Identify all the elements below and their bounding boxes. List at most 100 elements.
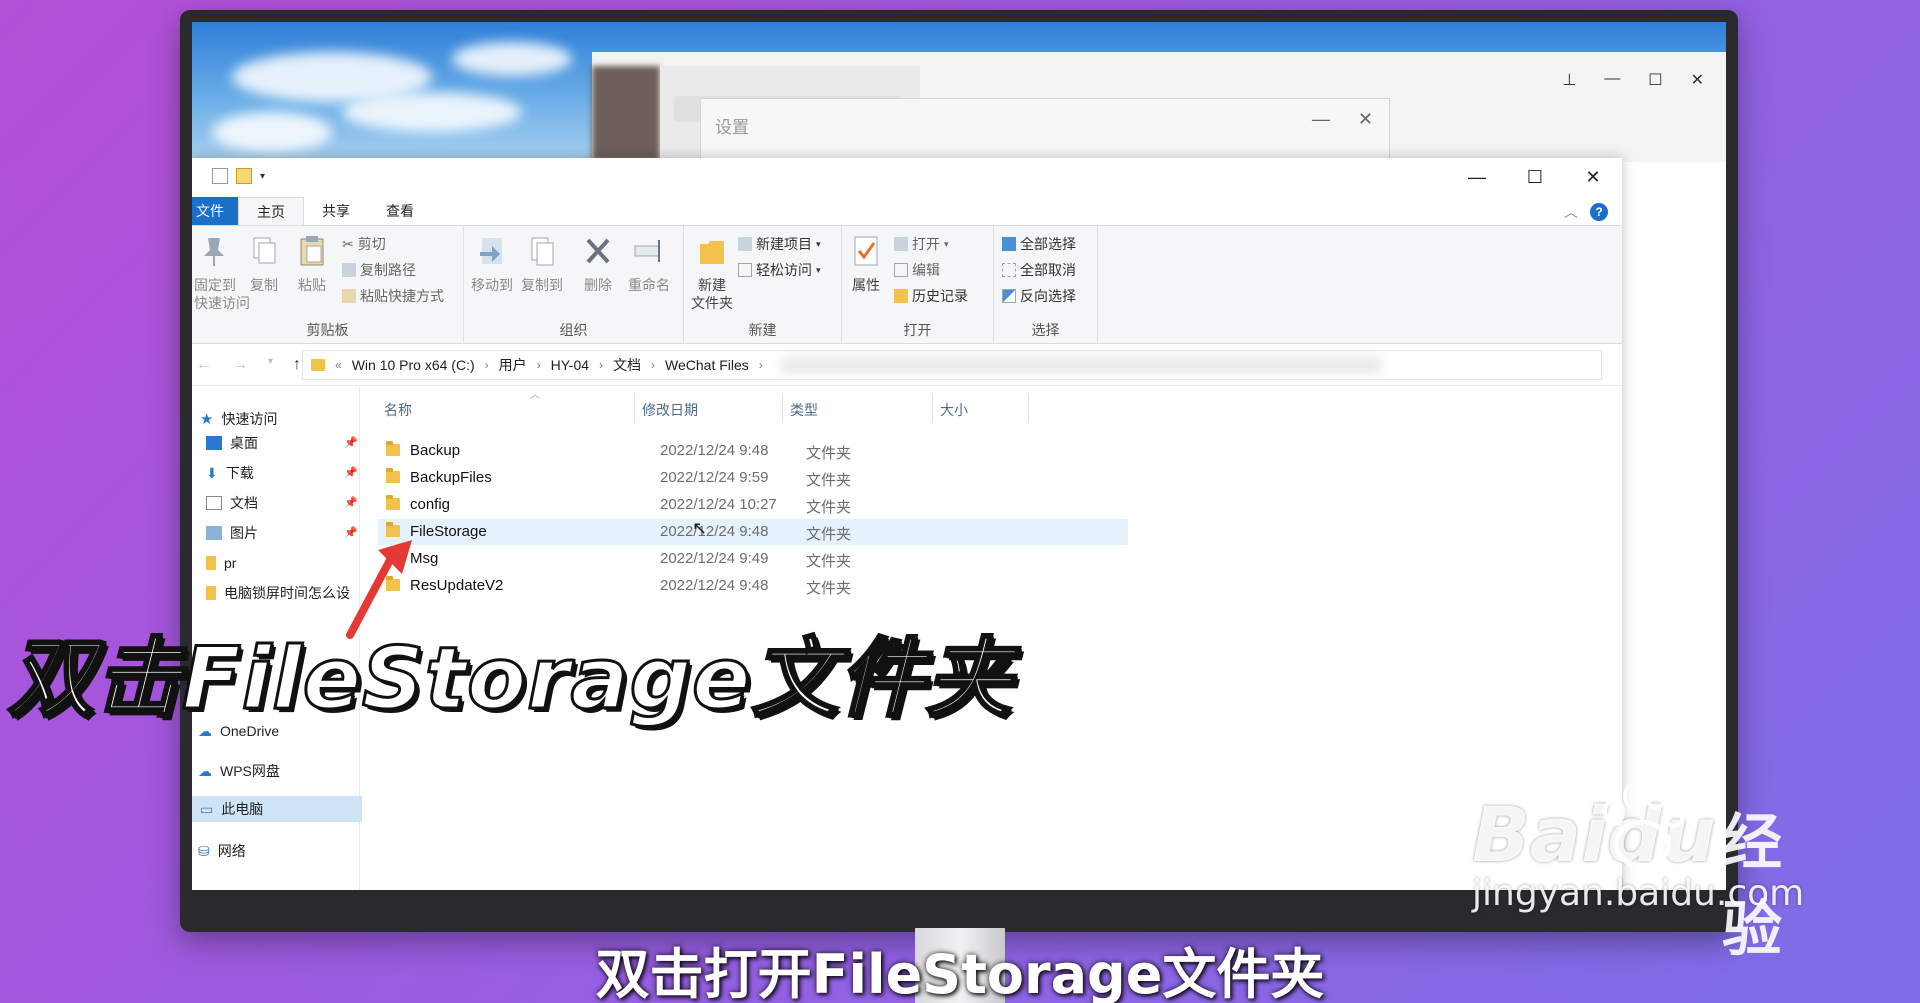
paw-logo-icon — [1603, 782, 1685, 869]
column-header-type[interactable]: 类型 — [790, 400, 818, 420]
delete-button[interactable]: 删除 — [578, 234, 618, 294]
close-button[interactable]: ✕ — [1358, 109, 1373, 130]
move-to-button[interactable]: 移动到 — [470, 234, 514, 294]
address-bar[interactable]: « Win 10 Pro x64 (C:) › 用户 › HY-04 › 文档 … — [302, 350, 1602, 380]
open-group-label: 打开 — [903, 322, 932, 338]
desktop-icon — [206, 436, 222, 450]
delete-label: 删除 — [584, 277, 612, 293]
avatar — [592, 66, 660, 162]
copy-label: 复制 — [250, 277, 278, 293]
table-row[interactable]: BackupFiles 2022/12/24 9:59 文件夹 — [378, 465, 1128, 491]
select-none-button[interactable]: 全部取消 — [1002, 260, 1076, 280]
folder-icon — [206, 586, 216, 600]
properties-icon — [854, 236, 878, 266]
tab-home[interactable]: 主页 — [238, 197, 304, 225]
sidebar-item-desktop[interactable]: 桌面 — [206, 430, 258, 456]
copy-path-button[interactable]: 复制路径 — [342, 260, 416, 280]
sidebar-item-label: 图片 — [230, 525, 258, 541]
sidebar-item-documents[interactable]: 文档 — [206, 490, 258, 516]
sidebar-item-pictures[interactable]: 图片 — [206, 520, 258, 546]
sidebar-item-label: WPS网盘 — [220, 763, 280, 779]
minimize-button[interactable]: — — [1604, 70, 1620, 90]
chevron-right-icon[interactable]: › — [537, 358, 541, 372]
sidebar-item-network[interactable]: ⛁ 网络 — [198, 838, 246, 864]
tab-share[interactable]: 共享 — [304, 197, 368, 225]
forward-button[interactable]: → — [232, 356, 248, 374]
folder-icon[interactable] — [236, 168, 252, 184]
invert-selection-button[interactable]: 反向选择 — [1002, 286, 1076, 306]
breadcrumb-item[interactable]: Win 10 Pro x64 (C:) — [352, 357, 475, 373]
minimize-button[interactable]: — — [1312, 109, 1330, 130]
sidebar-item-label: 下载 — [225, 465, 254, 481]
sidebar-item-quick-access[interactable]: ★ 快速访问 — [200, 406, 277, 432]
file-name: Backup — [410, 442, 461, 459]
recent-dropdown-icon[interactable]: ▾ — [268, 356, 273, 374]
sidebar-item-pr[interactable]: pr — [206, 550, 236, 576]
chevron-right-icon[interactable]: › — [599, 358, 603, 372]
sidebar-item-wps[interactable]: ☁ WPS网盘 — [198, 758, 280, 784]
column-header-size[interactable]: 大小 — [940, 400, 968, 420]
maximize-button[interactable]: ☐ — [1506, 158, 1564, 196]
file-type: 文件夹 — [806, 472, 852, 489]
screen: ⊥ — ☐ ✕ 设置 — ✕ ▾ — ☐ ✕ 文件 主页 共享 查看 ︿ ? 固… — [192, 22, 1726, 890]
sidebar-item-label: pr — [224, 555, 237, 571]
paste-shortcut-button[interactable]: 粘贴快捷方式 — [342, 286, 444, 306]
file-date: 2022/12/24 9:48 — [660, 523, 769, 540]
properties-button[interactable]: 属性 — [846, 234, 886, 294]
sort-ascending-icon: ︿ — [530, 390, 540, 401]
sidebar-item-this-pc[interactable]: ▭ 此电脑 — [192, 796, 362, 822]
copy-to-button[interactable]: 复制到 — [520, 234, 564, 294]
sidebar-item-downloads[interactable]: ⬇ 下载 — [206, 460, 254, 486]
back-button[interactable]: ← — [196, 356, 212, 374]
new-group-label: 新建 — [748, 322, 777, 338]
paste-icon — [300, 236, 324, 266]
paste-button[interactable]: 粘贴 — [292, 234, 332, 294]
help-icon[interactable]: ? — [1590, 203, 1608, 221]
table-row[interactable]: config 2022/12/24 10:27 文件夹 — [378, 492, 1128, 518]
open-icon — [894, 237, 908, 251]
chevron-right-icon[interactable]: › — [485, 358, 489, 372]
copy-button[interactable]: 复制 — [244, 234, 284, 294]
maximize-button[interactable]: ☐ — [1648, 70, 1662, 90]
table-row[interactable]: Backup 2022/12/24 9:48 文件夹 — [378, 438, 1128, 464]
open-button[interactable]: 打开 ▾ — [894, 234, 949, 254]
tab-view[interactable]: 查看 — [368, 197, 432, 225]
close-button[interactable]: ✕ — [1564, 158, 1622, 196]
breadcrumb-item[interactable]: HY-04 — [551, 357, 589, 373]
tab-file[interactable]: 文件 — [192, 197, 238, 225]
edit-button[interactable]: 编辑 — [894, 260, 940, 280]
new-folder-button[interactable]: 新建 文件夹 — [690, 234, 734, 312]
breadcrumb-item[interactable]: WeChat Files — [665, 357, 749, 373]
rename-button[interactable]: 重命名 — [624, 234, 674, 294]
column-header-name[interactable]: 名称 — [384, 400, 412, 420]
cut-button[interactable]: ✂ 剪切 — [342, 234, 386, 254]
easy-access-button[interactable]: 轻松访问 ▾ — [738, 260, 821, 280]
up-button[interactable]: ↑ — [293, 356, 301, 374]
cut-label: 剪切 — [357, 236, 386, 252]
pin-icon[interactable]: ⊥ — [1562, 70, 1576, 90]
chevron-right-icon[interactable]: › — [759, 358, 763, 372]
history-button[interactable]: 历史记录 — [894, 286, 968, 306]
collapse-ribbon-icon[interactable]: ︿ — [1564, 202, 1578, 222]
properties-icon[interactable] — [212, 168, 228, 184]
sidebar-item-label: 此电脑 — [221, 801, 264, 817]
pin-button[interactable]: 固定到 快速访问 — [194, 234, 250, 312]
new-item-button[interactable]: 新建项目 ▾ — [738, 234, 821, 254]
sidebar-item-label: 文档 — [230, 495, 258, 511]
paste-shortcut-icon — [342, 289, 356, 303]
breadcrumb-item[interactable]: 文档 — [613, 355, 641, 375]
column-header-date[interactable]: 修改日期 — [642, 400, 698, 420]
folder-icon — [206, 556, 216, 570]
dropdown-icon[interactable]: ▾ — [260, 171, 265, 182]
settings-title: 设置 — [715, 118, 749, 137]
copy-to-label: 复制到 — [521, 277, 563, 293]
computer-icon: ▭ — [200, 800, 214, 817]
close-button[interactable]: ✕ — [1691, 70, 1704, 90]
sidebar-item-folder[interactable]: 电脑锁屏时间怎么设 — [206, 580, 350, 606]
minimize-button[interactable]: — — [1448, 158, 1506, 196]
select-all-button[interactable]: 全部选择 — [1002, 234, 1076, 254]
overflow-icon[interactable]: « — [335, 358, 342, 372]
file-name: BackupFiles — [410, 469, 492, 486]
breadcrumb-item[interactable]: 用户 — [499, 355, 527, 375]
chevron-right-icon[interactable]: › — [651, 358, 655, 372]
